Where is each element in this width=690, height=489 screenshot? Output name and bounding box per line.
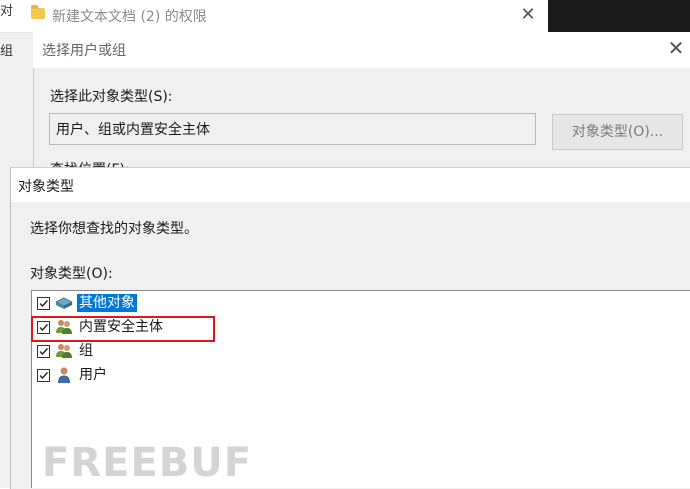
checkbox[interactable] bbox=[37, 297, 50, 310]
group-icon bbox=[54, 342, 74, 360]
list-item-label: 其他对象 bbox=[77, 294, 137, 312]
list-item-label: 组 bbox=[79, 343, 93, 359]
object-types-list-label: 对象类型(O): bbox=[30, 266, 113, 282]
object-type-value: 用户、组或内置安全主体 bbox=[56, 122, 210, 138]
close-icon[interactable]: ✕ bbox=[516, 4, 540, 26]
object-types-description: 选择你想查找的对象类型。 bbox=[30, 221, 198, 237]
watermark: FREEBUF bbox=[42, 440, 253, 486]
close-icon[interactable]: ✕ bbox=[664, 36, 688, 60]
window-fragment-text: 对 bbox=[0, 4, 14, 19]
object-type-label: 选择此对象类型(S): bbox=[50, 89, 173, 105]
object-types-title: 对象类型 bbox=[18, 179, 74, 195]
folder-icon bbox=[31, 5, 45, 19]
select-users-title: 选择用户或组 bbox=[42, 43, 126, 59]
highlight-box bbox=[31, 316, 215, 342]
object-types-titlebar bbox=[11, 168, 690, 202]
list-item-label: 用户 bbox=[79, 367, 107, 383]
permissions-window-title: 新建文本文档 (2) 的权限 bbox=[52, 9, 207, 25]
desktop-background bbox=[548, 0, 690, 32]
user-icon bbox=[54, 366, 74, 384]
window-fragment-text: 组 bbox=[0, 44, 14, 59]
select-users-titlebar bbox=[33, 32, 690, 68]
computer-icon bbox=[54, 294, 74, 312]
checkbox[interactable] bbox=[37, 369, 50, 382]
checkbox[interactable] bbox=[37, 345, 50, 358]
object-types-button[interactable]: 对象类型(O)... bbox=[552, 114, 683, 150]
